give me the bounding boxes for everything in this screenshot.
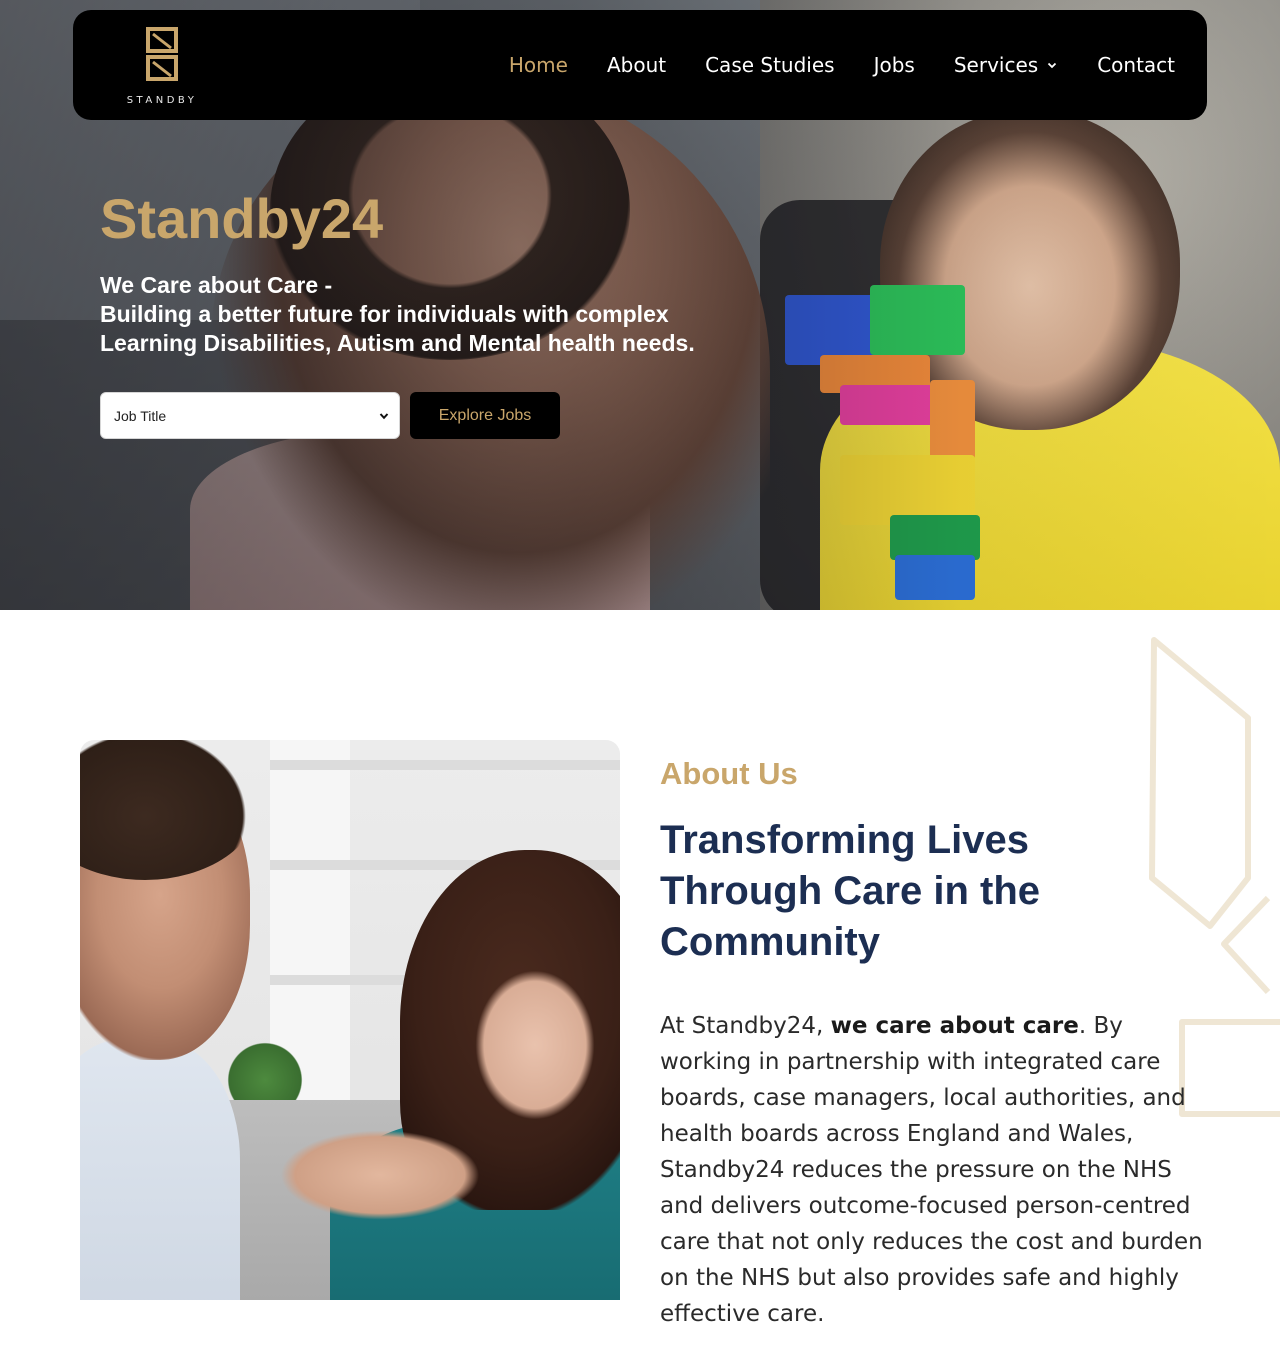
main-menu: Home About Case Studies Jobs Services Co…: [470, 10, 1175, 120]
top-navigation-bar: STANDBY Home About Case Studies Jobs Ser…: [73, 10, 1207, 120]
nav-item-services-label: Services: [953, 53, 1039, 77]
about-eyebrow: About Us: [660, 756, 798, 791]
hero-subtitle-line: Learning Disabilities, Autism and Mental…: [100, 330, 695, 356]
nav-item-case-studies[interactable]: Case Studies: [705, 53, 835, 77]
hero-subtitle-line: We Care about Care -: [100, 272, 333, 298]
about-photo: [80, 740, 620, 1300]
logo-wordmark: STANDBY: [126, 95, 198, 106]
hero-content: Standby24 We Care about Care - Building …: [100, 185, 695, 358]
hero-title: Standby24: [100, 187, 384, 250]
job-title-select-value: Job Title: [114, 407, 167, 424]
photo-man-shirt: [80, 1040, 240, 1300]
nav-item-jobs[interactable]: Jobs: [874, 53, 915, 77]
about-paragraph: At Standby24, we care about care. By wor…: [660, 1008, 1205, 1332]
job-search-form: Job Title Explore Jobs: [100, 392, 560, 439]
chevron-down-icon: [1048, 62, 1057, 69]
nav-item-contact[interactable]: Contact: [1097, 53, 1175, 77]
photo-woman-face: [475, 970, 595, 1120]
about-section: About Us Transforming Lives Through Care…: [660, 755, 1220, 1355]
explore-jobs-button[interactable]: Explore Jobs: [410, 392, 560, 439]
hero-subtitle: We Care about Care - Building a better f…: [100, 271, 695, 358]
nav-item-about[interactable]: About: [607, 53, 666, 77]
site-logo[interactable]: STANDBY: [117, 24, 207, 106]
hero-subtitle-line: Building a better future for individuals…: [100, 301, 669, 327]
photo-man: [80, 740, 330, 1300]
about-headline: Transforming Lives Through Care in the C…: [660, 818, 1040, 964]
select-chevron-icon: [379, 412, 389, 419]
job-title-select[interactable]: Job Title: [100, 392, 400, 439]
logo-8-mark: [146, 27, 178, 81]
photo-hands: [280, 1130, 480, 1220]
nav-item-home[interactable]: Home: [509, 53, 568, 77]
about-paragraph-emphasis: we care about care: [830, 1013, 1079, 1039]
about-paragraph-intro: At Standby24,: [660, 1013, 831, 1039]
nav-item-services[interactable]: Services: [954, 53, 1058, 77]
